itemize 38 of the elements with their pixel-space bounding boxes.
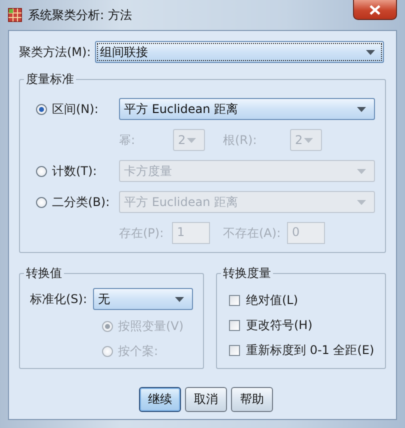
caret-icon xyxy=(357,200,366,204)
app-icon xyxy=(8,8,22,22)
dialog-button[interactable]: 取消 xyxy=(185,387,227,412)
caret-icon xyxy=(357,168,366,174)
dropdown[interactable]: 平方 Euclidean 距离 xyxy=(119,98,375,120)
group-title: 转换值 xyxy=(24,265,64,281)
group-title: 转换度量 xyxy=(221,265,273,281)
dropdown[interactable]: 无 xyxy=(93,288,194,310)
radio-label: 按照变量(V) xyxy=(118,318,184,335)
radio-label: 按个案: xyxy=(118,343,158,360)
method-label: 聚类方法(M): xyxy=(19,44,91,60)
checkbox[interactable] xyxy=(229,320,240,331)
radio-label: 计数(T): xyxy=(52,162,97,180)
param-label: 存在(P): xyxy=(119,224,165,242)
close-button[interactable] xyxy=(353,0,397,20)
caret-icon xyxy=(304,138,313,142)
group-title: 度量标准 xyxy=(24,71,76,87)
radio-button[interactable] xyxy=(36,104,47,114)
param-label: 不存在(A): xyxy=(223,224,282,242)
checkbox[interactable] xyxy=(229,295,240,306)
radio-label: 二分类(B): xyxy=(52,194,110,210)
caret-icon xyxy=(366,50,375,54)
checkbox-label: 更改符号(H) xyxy=(246,317,312,334)
close-icon xyxy=(369,4,381,14)
window-title: 系统聚类分析: 方法 xyxy=(28,6,132,24)
checkbox-label: 绝对值(L) xyxy=(246,292,298,309)
caret-icon xyxy=(187,138,196,142)
standardize-label: 标准化(S): xyxy=(30,290,88,308)
param-label: 幂: xyxy=(119,132,136,148)
dialog-button[interactable]: 帮助 xyxy=(231,387,273,412)
radio-label: 区间(N): xyxy=(52,100,98,118)
dialog-button[interactable]: 继续 xyxy=(139,387,181,412)
dropdown[interactable]: 组间联接 xyxy=(94,41,384,63)
caret-icon xyxy=(357,106,366,112)
caret-icon xyxy=(175,296,184,302)
param-label: 根(R): xyxy=(223,132,258,148)
checkbox[interactable] xyxy=(229,345,240,356)
checkbox-label: 重新标度到 0-1 全距(E) xyxy=(246,342,374,359)
